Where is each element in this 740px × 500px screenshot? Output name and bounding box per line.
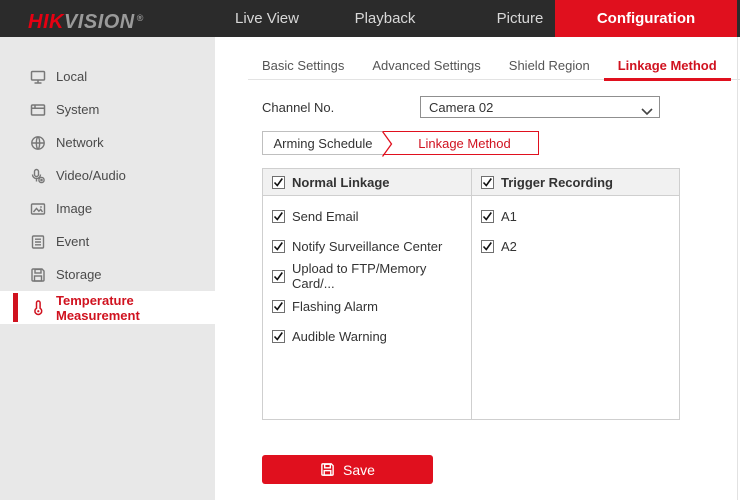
channel-label: Channel No. xyxy=(262,100,420,115)
sidebar-item-label: Image xyxy=(56,201,92,216)
sidebar-item-storage[interactable]: Storage xyxy=(0,258,215,291)
chevron-down-icon xyxy=(641,104,653,119)
top-nav-bar: HIKVISION® Live View Playback Picture Co… xyxy=(0,0,740,37)
checkbox-send-email[interactable] xyxy=(272,210,285,223)
sidebar-menu: Local System Network Video/Audio Image xyxy=(0,60,215,324)
linkage-row-notify-center: Notify Surveillance Center xyxy=(263,231,471,261)
linkage-table: Normal Linkage Send Email Notify Surveil… xyxy=(262,168,680,420)
row-label: Send Email xyxy=(292,209,358,224)
linkage-row-audible-warning: Audible Warning xyxy=(263,321,471,351)
trigger-recording-body: A1 A2 xyxy=(472,196,679,261)
floppy-icon xyxy=(30,267,46,283)
sidebar-item-system[interactable]: System xyxy=(0,93,215,126)
hikvision-logo: HIKVISION® xyxy=(28,0,144,37)
row-label: Notify Surveillance Center xyxy=(292,239,442,254)
linkage-subtabs: Arming Schedule Linkage Method xyxy=(262,131,539,155)
sidebar-item-video-audio[interactable]: Video/Audio xyxy=(0,159,215,192)
checkbox-normal-linkage[interactable] xyxy=(272,176,285,189)
window-icon xyxy=(30,102,46,118)
channel-select[interactable]: Camera 02 xyxy=(420,96,660,118)
row-label: Upload to FTP/Memory Card/... xyxy=(292,261,471,291)
row-label: Flashing Alarm xyxy=(292,299,378,314)
row-label: A2 xyxy=(501,239,517,254)
trigger-recording-column: Trigger Recording A1 A2 xyxy=(471,169,679,419)
row-label: A1 xyxy=(501,209,517,224)
linkage-row-upload-ftp: Upload to FTP/Memory Card/... xyxy=(263,261,471,291)
linkage-row-flashing-alarm: Flashing Alarm xyxy=(263,291,471,321)
settings-tabs: Basic Settings Advanced Settings Shield … xyxy=(248,51,740,80)
tab-shield-region[interactable]: Shield Region xyxy=(495,51,604,79)
sidebar-item-image[interactable]: Image xyxy=(0,192,215,225)
save-icon xyxy=(320,462,335,477)
sidebar-item-event[interactable]: Event xyxy=(0,225,215,258)
sidebar-item-label: Video/Audio xyxy=(56,168,126,183)
subtab-arming-schedule[interactable]: Arming Schedule xyxy=(262,131,383,155)
trigger-row-a1: A1 xyxy=(472,201,679,231)
save-button[interactable]: Save xyxy=(262,455,433,484)
nav-configuration[interactable]: Configuration xyxy=(555,0,737,37)
chevron-right-icon xyxy=(382,131,393,160)
logo-part-gray: VISION xyxy=(64,11,135,33)
sidebar-item-temperature-measurement[interactable]: Temperature Measurement xyxy=(0,291,215,324)
channel-select-value: Camera 02 xyxy=(429,100,493,115)
subtab-linkage-label: Linkage Method xyxy=(418,136,511,151)
checkbox-trigger-recording[interactable] xyxy=(481,176,494,189)
tab-advanced-settings[interactable]: Advanced Settings xyxy=(358,51,494,79)
tab-linkage-method[interactable]: Linkage Method xyxy=(604,51,731,79)
column-header-label: Trigger Recording xyxy=(501,175,613,190)
checkbox-notify-surveillance-center[interactable] xyxy=(272,240,285,253)
logo-part-red: HIK xyxy=(28,11,64,33)
clipboard-icon xyxy=(30,234,46,250)
trigger-recording-header: Trigger Recording xyxy=(472,169,679,196)
sidebar-item-label: Storage xyxy=(56,267,102,282)
checkbox-audible-warning[interactable] xyxy=(272,330,285,343)
nav-picture[interactable]: Picture xyxy=(478,0,562,37)
nav-playback[interactable]: Playback xyxy=(342,0,428,37)
normal-linkage-header: Normal Linkage xyxy=(263,169,471,196)
normal-linkage-column: Normal Linkage Send Email Notify Surveil… xyxy=(263,169,471,419)
thermometer-icon xyxy=(30,300,46,316)
linkage-row-send-email: Send Email xyxy=(263,201,471,231)
trigger-row-a2: A2 xyxy=(472,231,679,261)
sidebar-item-network[interactable]: Network xyxy=(0,126,215,159)
sidebar-item-label: Event xyxy=(56,234,89,249)
registered-mark: ® xyxy=(137,13,144,23)
save-button-label: Save xyxy=(343,462,375,478)
monitor-icon xyxy=(30,69,46,85)
main-content: Basic Settings Advanced Settings Shield … xyxy=(215,37,740,500)
microphone-icon xyxy=(30,168,46,184)
column-header-label: Normal Linkage xyxy=(292,175,390,190)
sidebar-item-label: Local xyxy=(56,69,87,84)
sidebar: Local System Network Video/Audio Image xyxy=(0,37,215,500)
sidebar-item-label: System xyxy=(56,102,99,117)
row-label: Audible Warning xyxy=(292,329,387,344)
sidebar-item-label: Network xyxy=(56,135,104,150)
sidebar-item-label: Temperature Measurement xyxy=(56,293,215,323)
checkbox-flashing-alarm[interactable] xyxy=(272,300,285,313)
globe-icon xyxy=(30,135,46,151)
subtab-linkage-method[interactable]: Linkage Method xyxy=(383,131,539,155)
normal-linkage-body: Send Email Notify Surveillance Center Up… xyxy=(263,196,471,351)
checkbox-upload-ftp[interactable] xyxy=(272,270,285,283)
picture-icon xyxy=(30,201,46,217)
checkbox-a1[interactable] xyxy=(481,210,494,223)
sidebar-item-local[interactable]: Local xyxy=(0,60,215,93)
channel-row: Channel No. Camera 02 xyxy=(262,96,660,118)
nav-live-view[interactable]: Live View xyxy=(222,0,312,37)
checkbox-a2[interactable] xyxy=(481,240,494,253)
tab-basic-settings[interactable]: Basic Settings xyxy=(248,51,358,79)
